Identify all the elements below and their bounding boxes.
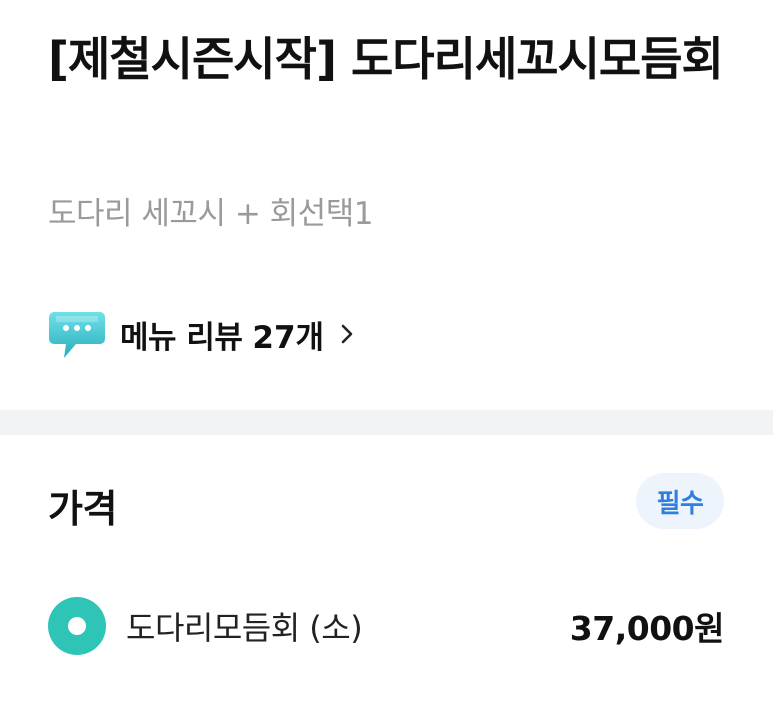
review-label: 메뉴 리뷰 bbox=[120, 319, 243, 356]
menu-review-link[interactable]: 메뉴 리뷰 27개 bbox=[48, 306, 356, 362]
option-label: 도다리모듬회 (소) bbox=[126, 609, 363, 647]
price-section-title: 가격 bbox=[48, 487, 117, 531]
option-price: 37,000원 bbox=[569, 609, 725, 648]
review-count: 27개 bbox=[252, 319, 325, 356]
menu-title: [제철시즌시작] 도다리세꼬시모듬회 bbox=[48, 32, 724, 86]
required-badge: 필수 bbox=[636, 473, 724, 529]
chevron-right-icon bbox=[341, 324, 353, 344]
section-divider bbox=[0, 410, 773, 435]
radio-selected[interactable] bbox=[48, 597, 106, 655]
menu-detail-page: [제철시즌시작] 도다리세꼬시모듬회 도다리 세꼬시 + 회선택1 메뉴 리뷰 … bbox=[0, 0, 773, 703]
price-option-row[interactable]: 도다리모듬회 (소) 37,000원 bbox=[48, 596, 725, 656]
speech-bubble-icon bbox=[49, 312, 105, 358]
radio-dot bbox=[68, 617, 86, 635]
menu-description: 도다리 세꼬시 + 회선택1 bbox=[48, 196, 373, 232]
